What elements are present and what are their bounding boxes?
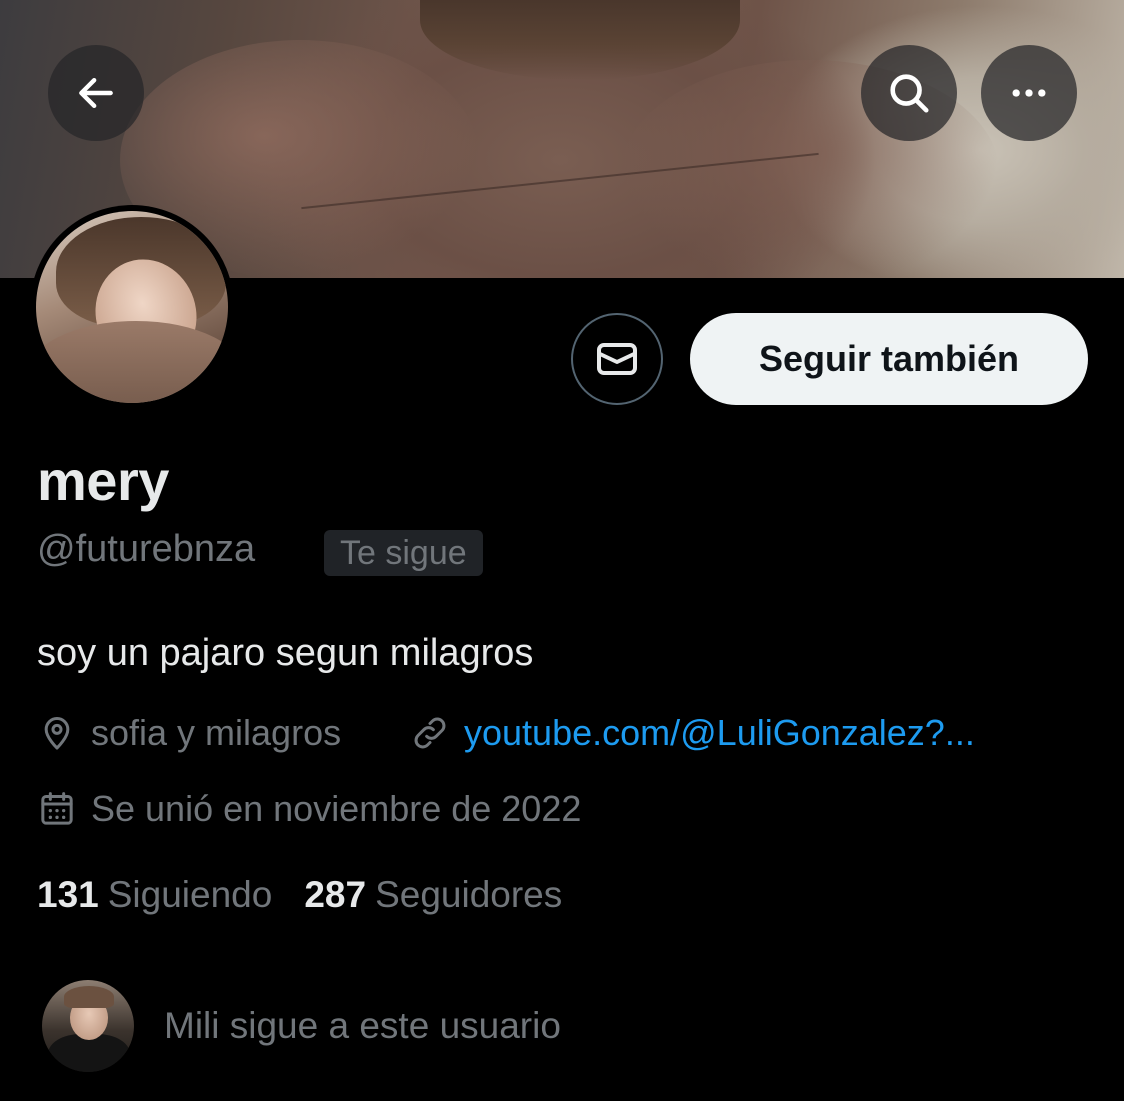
profile-bio: soy un pajaro segun milagros	[37, 632, 534, 674]
avatar-photo-detail	[64, 986, 114, 1008]
followers-label: Seguidores	[375, 874, 563, 915]
followers-count: 287	[304, 874, 367, 915]
following-link[interactable]: 131 Siguiendo	[37, 874, 272, 916]
website-link[interactable]: youtube.com/@LuliGonzalez?...	[464, 712, 975, 754]
avatar[interactable]	[36, 211, 228, 403]
location-text: sofia y milagros	[91, 712, 342, 753]
username-handle: @futurebnza	[37, 528, 256, 570]
location-row: sofia y milagros	[37, 712, 341, 754]
message-button[interactable]	[571, 313, 663, 405]
follows-you-badge: Te sigue	[324, 530, 483, 576]
calendar-icon	[37, 789, 77, 829]
link-icon	[410, 713, 450, 753]
mutual-followers-row[interactable]: Mili sigue a este usuario	[42, 980, 561, 1072]
joined-row: Se unió en noviembre de 2022	[37, 788, 581, 830]
arrow-left-icon	[79, 77, 113, 109]
envelope-icon	[597, 343, 637, 375]
location-pin-icon	[37, 713, 77, 753]
banner-photo-detail	[420, 0, 740, 80]
display-name: mery	[37, 449, 169, 512]
joined-date: Se unió en noviembre de 2022	[91, 788, 582, 829]
following-label: Siguiendo	[107, 874, 273, 915]
more-horizontal-icon	[1012, 89, 1046, 97]
search-icon	[890, 74, 929, 113]
back-button[interactable]	[48, 45, 144, 141]
more-options-button[interactable]	[981, 45, 1077, 141]
follow-stats: 131 Siguiendo 287 Seguidores	[37, 874, 594, 916]
mutual-followers-text: Mili sigue a este usuario	[164, 1005, 561, 1046]
mutual-follower-avatar	[42, 980, 134, 1072]
following-count: 131	[37, 874, 99, 915]
avatar-photo-detail	[36, 321, 228, 403]
search-button[interactable]	[861, 45, 957, 141]
followers-link[interactable]: 287 Seguidores	[304, 874, 562, 916]
follow-back-button[interactable]: Seguir también	[690, 313, 1088, 405]
website-row[interactable]: youtube.com/@LuliGonzalez?...	[410, 712, 975, 754]
